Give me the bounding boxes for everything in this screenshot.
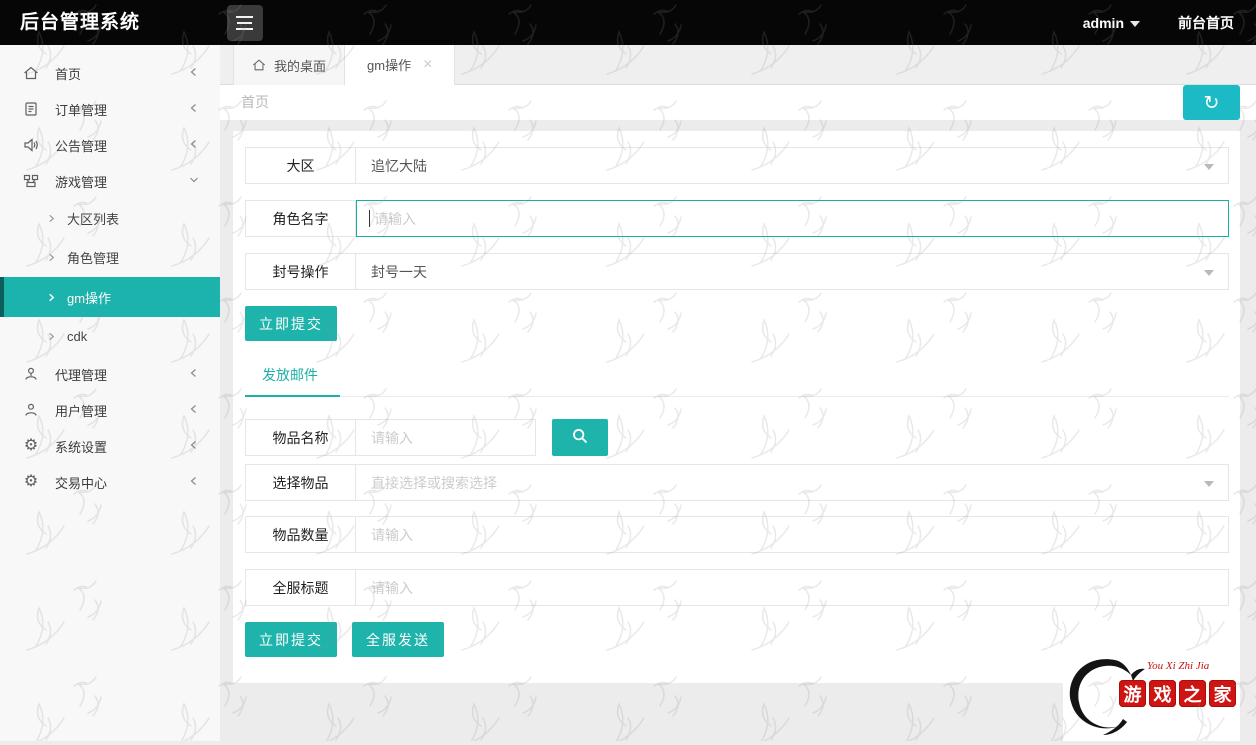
chevron-right-icon xyxy=(46,331,57,342)
agent-icon xyxy=(22,366,40,383)
chevron-left-icon xyxy=(188,439,200,454)
form-row-item-select: 选择物品 直接选择或搜索选择 xyxy=(245,464,1229,501)
sidebar-item-announcements[interactable]: 公告管理 xyxy=(0,127,220,163)
seal-char: 游 xyxy=(1119,680,1146,707)
search-icon xyxy=(571,427,589,448)
site-logo: You Xi Zhi Jia 游 戏 之 家 xyxy=(1063,648,1240,741)
form-row-item-count: 物品数量 xyxy=(245,516,1229,553)
frontend-home-link[interactable]: 前台首页 xyxy=(1178,13,1234,33)
menu-toggle-icon[interactable] xyxy=(227,5,263,41)
chevron-down-icon xyxy=(1204,164,1214,170)
user-menu[interactable]: admin xyxy=(1083,15,1140,31)
chevron-left-icon xyxy=(188,475,200,490)
server-title-label: 全服标题 xyxy=(246,570,356,605)
form-row-ban: 封号操作 封号一天 xyxy=(245,253,1229,290)
tab-bar: 我的桌面 gm操作 × xyxy=(220,45,1256,85)
chevron-down-icon xyxy=(1204,270,1214,276)
form-row-region: 大区 追忆大陆 xyxy=(245,147,1229,184)
breadcrumb: 首页 xyxy=(241,85,269,120)
seal-char: 家 xyxy=(1209,680,1236,707)
gear-icon: ⚙ xyxy=(22,438,40,455)
search-button[interactable] xyxy=(552,419,608,456)
sidebar-item-agents[interactable]: 代理管理 xyxy=(0,356,220,392)
game-icon xyxy=(22,173,40,190)
divider xyxy=(245,396,1229,397)
gear-icon: ⚙ xyxy=(22,474,40,491)
form-row-server-title: 全服标题 xyxy=(245,569,1229,606)
chevron-left-icon xyxy=(188,102,200,117)
home-icon xyxy=(22,65,40,82)
chevron-right-icon xyxy=(46,292,57,303)
item-name-input[interactable] xyxy=(356,420,535,455)
main-area: 我的桌面 gm操作 × 首页 ↻ 大区 追忆大陆 角色名字 xyxy=(220,45,1256,741)
chevron-left-icon xyxy=(188,66,200,81)
form-row-role-name: 角色名字 xyxy=(245,200,1229,237)
chevron-down-icon xyxy=(1204,481,1214,487)
item-count-label: 物品数量 xyxy=(246,517,356,552)
text-cursor xyxy=(369,210,370,227)
tab-send-mail[interactable]: 发放邮件 xyxy=(262,365,318,385)
tab-gm-operation[interactable]: gm操作 × xyxy=(345,45,455,85)
topbar: 后台管理系统 admin 前台首页 xyxy=(0,0,1256,45)
chevron-left-icon xyxy=(188,403,200,418)
content-panel: 大区 追忆大陆 角色名字 封号操作 封号一天 立即提交 发放邮件 xyxy=(233,131,1240,683)
order-icon xyxy=(22,101,40,118)
chevron-right-icon xyxy=(46,252,57,263)
sidebar-item-trade-center[interactable]: ⚙ 交易中心 xyxy=(0,464,220,500)
ban-label: 封号操作 xyxy=(246,254,356,289)
home-icon xyxy=(252,58,266,72)
item-name-label: 物品名称 xyxy=(246,420,356,455)
form-row-item-name: 物品名称 xyxy=(245,419,536,456)
sidebar-subitem-gm-operation[interactable]: gm操作 xyxy=(0,277,220,317)
item-select-label: 选择物品 xyxy=(246,465,356,500)
sidebar-item-system-settings[interactable]: ⚙ 系统设置 xyxy=(0,428,220,464)
role-name-label: 角色名字 xyxy=(246,201,356,236)
region-select[interactable]: 追忆大陆 xyxy=(356,148,1228,183)
ban-select[interactable]: 封号一天 xyxy=(356,254,1228,289)
chevron-down-icon xyxy=(1130,21,1140,27)
refresh-button[interactable]: ↻ xyxy=(1183,85,1240,120)
role-name-input[interactable] xyxy=(357,201,1228,236)
sidebar: 首页 订单管理 公告管理 游戏管理 大区列表 角色管理 xyxy=(0,45,220,741)
close-icon[interactable]: × xyxy=(423,57,432,73)
sidebar-subitem-role-manage[interactable]: 角色管理 xyxy=(0,238,220,277)
role-name-input-wrap xyxy=(356,200,1229,237)
active-tab-underline xyxy=(245,395,340,397)
item-count-input[interactable] xyxy=(356,517,1228,552)
sidebar-item-home[interactable]: 首页 xyxy=(0,55,220,91)
tab-my-desktop[interactable]: 我的桌面 xyxy=(233,45,345,85)
send-all-button[interactable]: 全服发送 xyxy=(352,622,444,657)
refresh-icon: ↻ xyxy=(1204,92,1220,114)
mail-submit-button[interactable]: 立即提交 xyxy=(245,622,337,657)
announcement-icon xyxy=(22,137,40,154)
region-label: 大区 xyxy=(246,148,356,183)
logo-seal-row: 游 戏 之 家 xyxy=(1119,680,1236,707)
user-icon xyxy=(22,402,40,419)
server-title-input[interactable] xyxy=(356,570,1228,605)
chevron-left-icon xyxy=(188,367,200,382)
sidebar-item-users[interactable]: 用户管理 xyxy=(0,392,220,428)
logo-script-text: You Xi Zhi Jia xyxy=(1147,660,1209,672)
seal-char: 戏 xyxy=(1149,680,1176,707)
sidebar-subitem-cdk[interactable]: cdk xyxy=(0,317,220,356)
submit-button[interactable]: 立即提交 xyxy=(245,306,337,341)
breadcrumb-bar: 首页 ↻ xyxy=(220,85,1256,120)
item-select[interactable]: 直接选择或搜索选择 xyxy=(356,465,1228,500)
sidebar-item-game[interactable]: 游戏管理 xyxy=(0,163,220,199)
sidebar-item-orders[interactable]: 订单管理 xyxy=(0,91,220,127)
username: admin xyxy=(1083,15,1124,31)
seal-char: 之 xyxy=(1179,680,1206,707)
chevron-right-icon xyxy=(46,213,57,224)
app-title: 后台管理系统 xyxy=(20,0,140,45)
sidebar-subitem-region-list[interactable]: 大区列表 xyxy=(0,199,220,238)
chevron-down-icon xyxy=(188,174,200,189)
chevron-left-icon xyxy=(188,138,200,153)
